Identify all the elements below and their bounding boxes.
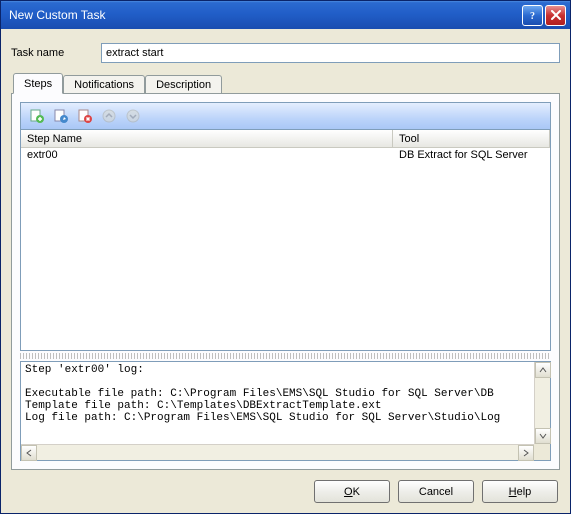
task-name-input[interactable]	[101, 43, 560, 63]
table-row[interactable]: extr00 DB Extract for SQL Server	[21, 148, 550, 164]
tab-steps[interactable]: Steps	[13, 73, 63, 94]
tab-description[interactable]: Description	[145, 75, 222, 93]
log-horizontal-scrollbar[interactable]	[21, 444, 534, 460]
move-down-icon[interactable]	[123, 106, 143, 126]
log-area: Step 'extr00' log: Executable file path:…	[20, 361, 551, 461]
scroll-left-icon[interactable]	[21, 445, 37, 461]
task-name-row: Task name	[11, 43, 560, 63]
titlebar-close-button[interactable]	[545, 5, 566, 26]
splitter[interactable]	[20, 353, 551, 359]
scroll-up-icon[interactable]	[535, 362, 551, 378]
delete-step-icon[interactable]	[75, 106, 95, 126]
move-up-icon[interactable]	[99, 106, 119, 126]
scroll-corner	[534, 444, 550, 460]
log-vertical-scrollbar[interactable]	[534, 362, 550, 444]
help-button[interactable]: Help	[482, 480, 558, 503]
window-title: New Custom Task	[9, 8, 520, 22]
scroll-down-icon[interactable]	[535, 428, 551, 444]
titlebar: New Custom Task ?	[1, 1, 570, 29]
grid-header: Step Name Tool	[21, 130, 550, 148]
dialog-body: Task name Steps Notifications Descriptio…	[1, 29, 570, 513]
tab-panel-steps: Step Name Tool extr00 DB Extract for SQL…	[11, 93, 560, 470]
grid-body[interactable]: extr00 DB Extract for SQL Server	[21, 148, 550, 350]
edit-step-icon[interactable]	[51, 106, 71, 126]
svg-text:?: ?	[530, 11, 535, 20]
dialog-footer: OK Cancel Help	[11, 470, 560, 505]
steps-toolbar	[20, 102, 551, 130]
tab-notifications[interactable]: Notifications	[63, 75, 145, 93]
cell-stepname: extr00	[21, 148, 393, 164]
ok-button[interactable]: OK	[314, 480, 390, 503]
cancel-button[interactable]: Cancel	[398, 480, 474, 503]
task-name-label: Task name	[11, 47, 101, 59]
titlebar-help-button[interactable]: ?	[522, 5, 543, 26]
add-step-icon[interactable]	[27, 106, 47, 126]
col-header-tool[interactable]: Tool	[393, 130, 550, 148]
steps-grid[interactable]: Step Name Tool extr00 DB Extract for SQL…	[20, 130, 551, 351]
tabstrip: Steps Notifications Description	[13, 73, 560, 93]
scroll-right-icon[interactable]	[518, 445, 534, 461]
cell-tool: DB Extract for SQL Server	[393, 148, 550, 164]
col-header-stepname[interactable]: Step Name	[21, 130, 393, 148]
